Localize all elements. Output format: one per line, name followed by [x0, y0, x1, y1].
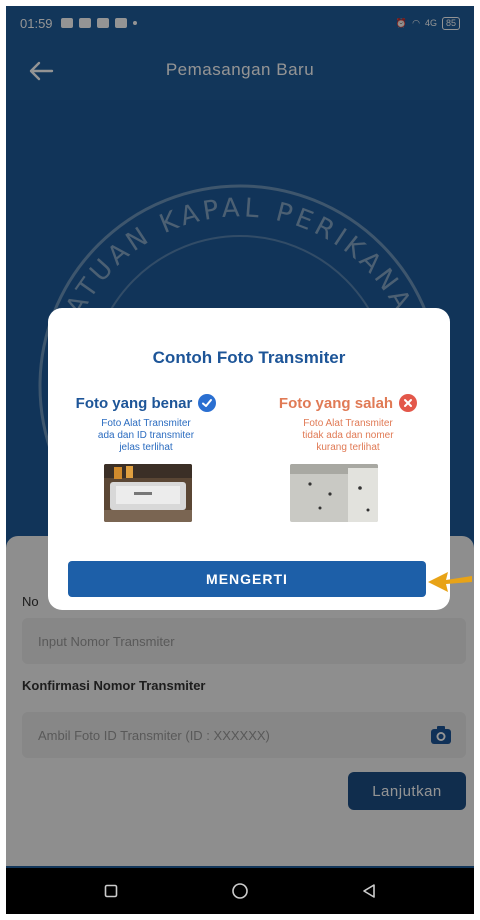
- mengerti-button[interactable]: MENGERTI: [68, 561, 426, 597]
- wrong-heading-text: Foto yang salah: [278, 394, 394, 412]
- dialog-title: Contoh Foto Transmiter: [152, 348, 346, 367]
- cross-icon: [399, 394, 418, 412]
- correct-description: Foto Alat Transmiter ada dan ID transmit…: [56, 418, 236, 454]
- back-nav-icon[interactable]: [357, 881, 381, 901]
- correct-example: Foto yang benar Foto Alat Transmiter ada…: [56, 394, 236, 454]
- check-icon: [198, 394, 217, 412]
- correct-heading: Foto yang benar: [56, 394, 236, 412]
- example-photo-dialog: Contoh Foto Transmiter Foto yang benar F…: [48, 308, 450, 610]
- wrong-example: Foto yang salah Foto Alat Transmiter tid…: [258, 394, 438, 454]
- wrong-desc-line3: kurang terlihat: [316, 442, 380, 453]
- phone-screen: 01:59 ⏰ ◠ 4G 85 Pemasangan Baru SATUAN: [6, 6, 474, 914]
- wrong-heading: Foto yang salah: [258, 394, 438, 412]
- wrong-transmitter-photo: [290, 464, 378, 522]
- wrong-description: Foto Alat Transmiter tidak ada dan nomer…: [258, 418, 438, 454]
- recent-apps-icon[interactable]: [99, 881, 123, 901]
- wrong-desc-line1: Foto Alat Transmiter: [303, 418, 393, 429]
- correct-desc-line1: Foto Alat Transmiter: [101, 418, 191, 429]
- correct-heading-text: Foto yang benar: [75, 394, 193, 412]
- system-navigation-bar: [6, 868, 474, 914]
- wrong-desc-line2: tidak ada dan nomer: [302, 430, 394, 441]
- pointer-arrow-icon: [428, 572, 472, 592]
- correct-transmitter-photo: [104, 464, 192, 522]
- correct-desc-line2: ada dan ID transmiter: [97, 430, 195, 441]
- home-icon[interactable]: [228, 881, 252, 901]
- correct-desc-line3: jelas terlihat: [119, 442, 173, 453]
